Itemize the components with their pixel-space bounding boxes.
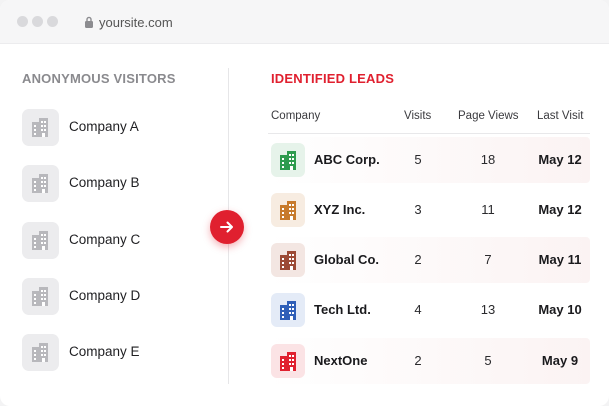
table-header-divider bbox=[268, 133, 590, 134]
visitor-avatar bbox=[22, 222, 59, 259]
visitor-name: Company E bbox=[69, 344, 140, 359]
identified-leads-title: IDENTIFIED LEADS bbox=[271, 71, 395, 86]
lead-company-name: ABC Corp. bbox=[314, 152, 380, 167]
table-row[interactable]: ABC Corp. 5 18 May 12 bbox=[268, 137, 590, 183]
table-row[interactable]: Tech Ltd. 4 13 May 10 bbox=[268, 287, 590, 333]
lead-visits: 4 bbox=[414, 302, 422, 317]
visitor-item[interactable]: Company A bbox=[22, 109, 212, 147]
lead-page-views: 13 bbox=[480, 302, 496, 317]
window-minimize-dot[interactable] bbox=[32, 16, 43, 27]
window-maximize-dot[interactable] bbox=[47, 16, 58, 27]
visitor-name: Company B bbox=[69, 175, 140, 190]
lead-company-name: NextOne bbox=[314, 353, 368, 368]
column-header-visits[interactable]: Visits bbox=[404, 110, 431, 122]
browser-titlebar: yoursite.com bbox=[0, 0, 609, 44]
visitor-avatar bbox=[22, 278, 59, 315]
window-close-dot[interactable] bbox=[17, 16, 28, 27]
anonymous-visitors-title: ANONYMOUS VISITORS bbox=[22, 71, 176, 86]
address-bar[interactable]: yoursite.com bbox=[74, 9, 579, 36]
lead-visits: 5 bbox=[414, 152, 422, 167]
lead-page-views: 7 bbox=[484, 252, 492, 267]
lead-company-name: Tech Ltd. bbox=[314, 302, 371, 317]
lead-last-visit: May 10 bbox=[538, 302, 582, 317]
column-header-page-views[interactable]: Page Views bbox=[458, 110, 519, 122]
identify-arrow-button[interactable] bbox=[210, 210, 244, 244]
lead-visits: 2 bbox=[414, 252, 422, 267]
lead-last-visit: May 9 bbox=[541, 353, 579, 368]
column-header-company[interactable]: Company bbox=[271, 110, 320, 122]
company-logo bbox=[271, 243, 305, 277]
table-row[interactable]: XYZ Inc. 3 11 May 12 bbox=[268, 187, 590, 233]
column-header-last-visit[interactable]: Last Visit bbox=[537, 110, 583, 122]
browser-window: yoursite.com ANONYMOUS VISITORS Company … bbox=[0, 0, 609, 406]
lead-page-views: 5 bbox=[484, 353, 492, 368]
company-logo bbox=[271, 344, 305, 378]
lead-page-views: 11 bbox=[481, 202, 495, 217]
lead-page-views: 18 bbox=[480, 152, 496, 167]
visitor-name: Company D bbox=[69, 288, 141, 303]
table-row[interactable]: NextOne 2 5 May 9 bbox=[268, 338, 590, 384]
lead-last-visit: May 11 bbox=[538, 252, 582, 267]
lead-visits: 2 bbox=[414, 353, 422, 368]
company-logo bbox=[271, 143, 305, 177]
company-logo bbox=[271, 293, 305, 327]
address-bar-url: yoursite.com bbox=[99, 15, 173, 30]
visitor-item[interactable]: Company E bbox=[22, 334, 212, 372]
company-logo bbox=[271, 193, 305, 227]
visitor-item[interactable]: Company D bbox=[22, 278, 212, 316]
visitor-avatar bbox=[22, 109, 59, 146]
visitor-name: Company A bbox=[69, 119, 139, 134]
lead-company-name: Global Co. bbox=[314, 252, 379, 267]
arrow-right-icon bbox=[220, 221, 233, 233]
visitor-avatar bbox=[22, 165, 59, 202]
lead-company-name: XYZ Inc. bbox=[314, 202, 366, 217]
visitor-item[interactable]: Company C bbox=[22, 222, 212, 260]
lead-visits: 3 bbox=[414, 202, 422, 217]
table-row[interactable]: Global Co. 2 7 May 11 bbox=[268, 237, 590, 283]
lead-last-visit: May 12 bbox=[538, 152, 582, 167]
visitor-item[interactable]: Company B bbox=[22, 165, 212, 203]
visitor-name: Company C bbox=[69, 232, 141, 247]
lock-icon bbox=[85, 16, 93, 28]
visitor-avatar bbox=[22, 334, 59, 371]
lead-last-visit: May 12 bbox=[538, 202, 582, 217]
